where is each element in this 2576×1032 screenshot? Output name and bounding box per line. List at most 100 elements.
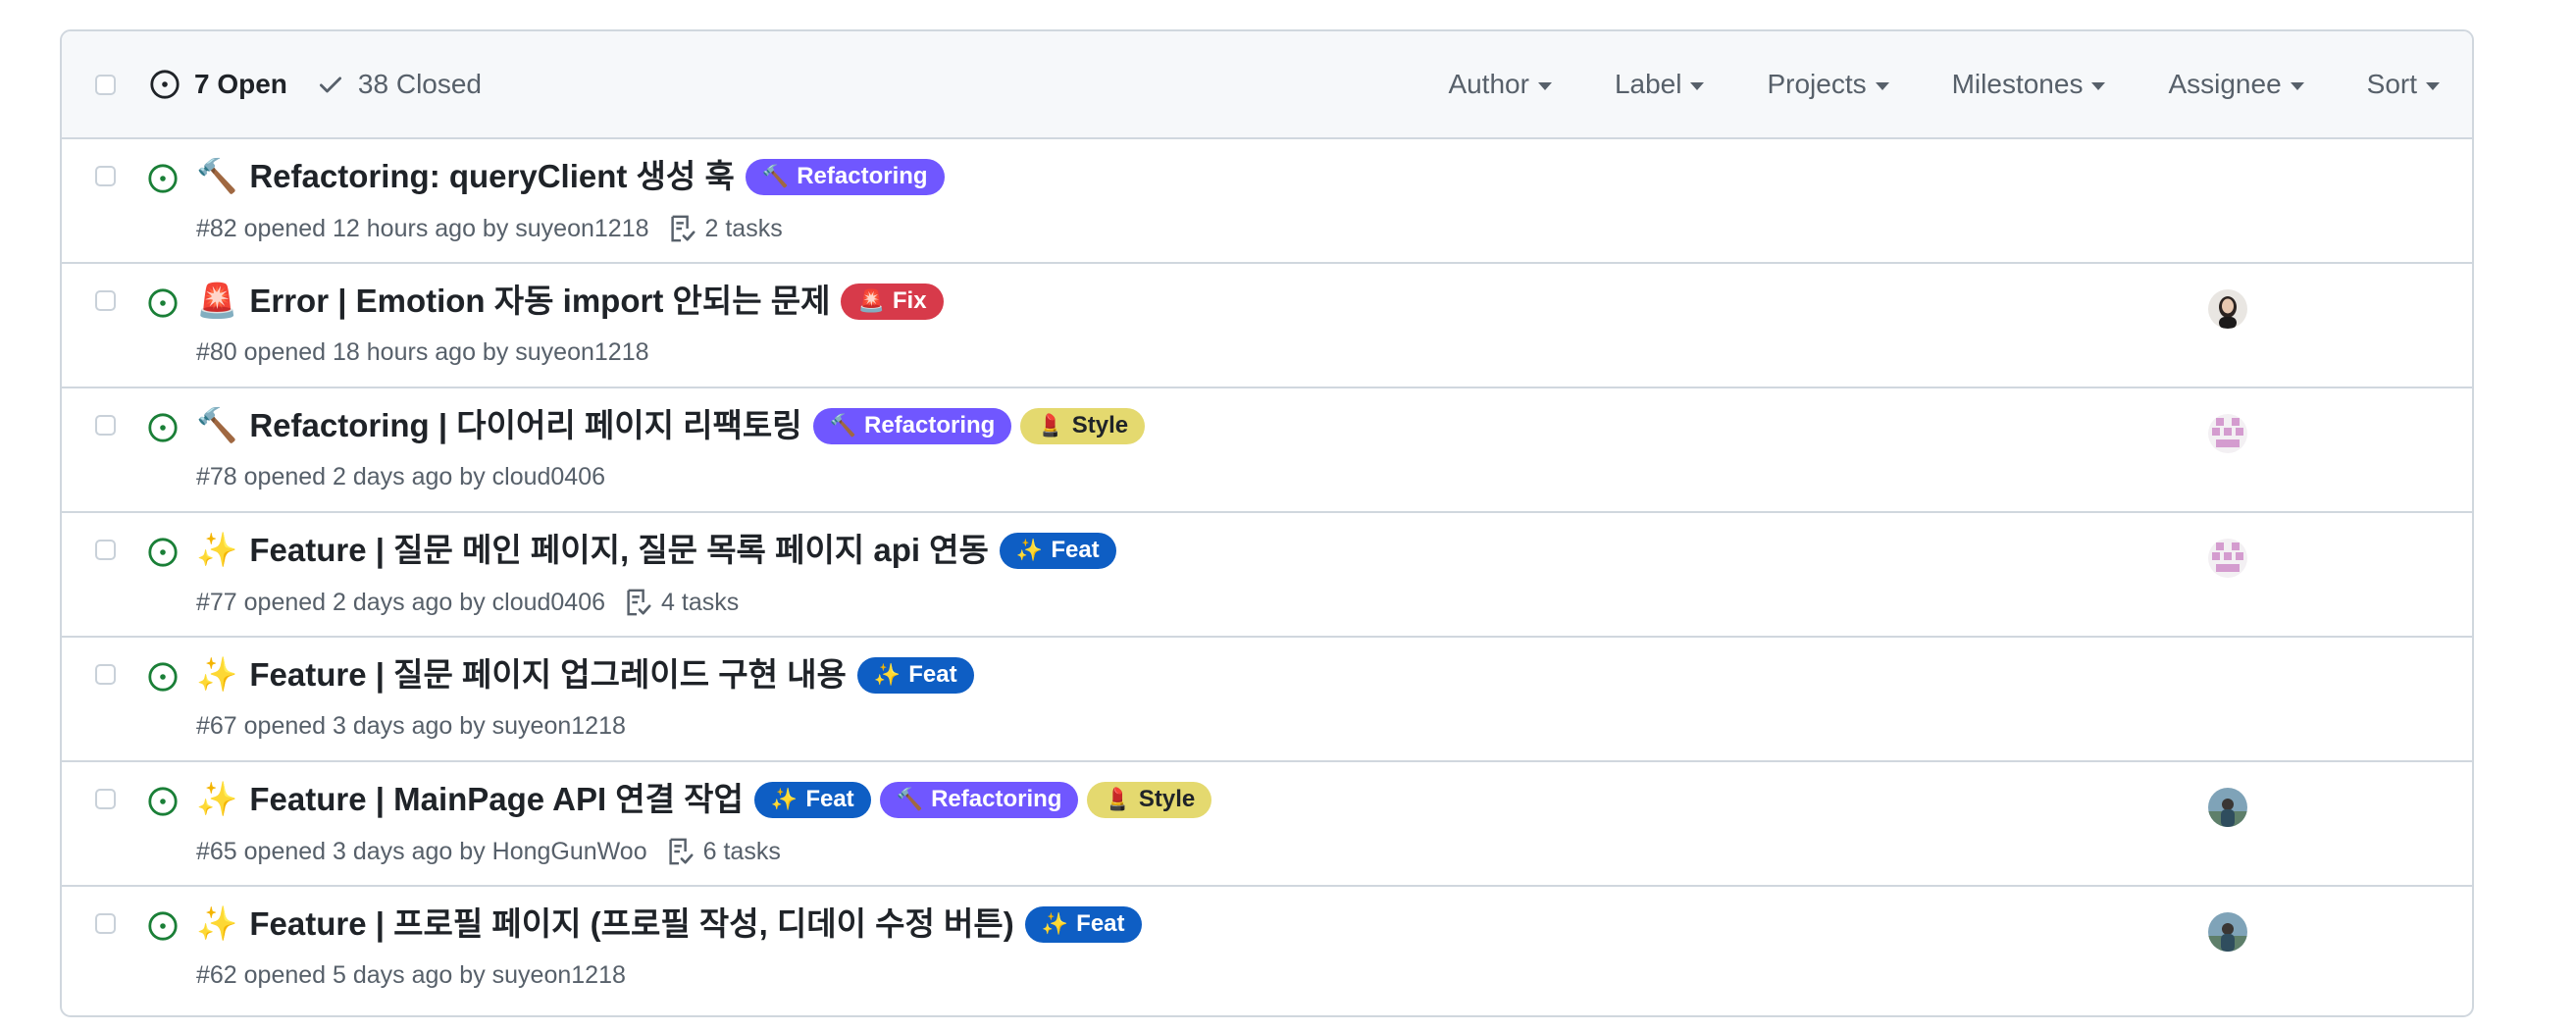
assignee-avatar[interactable] bbox=[2208, 289, 2247, 329]
issue-open-icon bbox=[148, 911, 178, 941]
issue-select-checkbox[interactable] bbox=[95, 540, 116, 560]
issues-list-header: 7 Open 38 Closed Author Label Projects Mile… bbox=[62, 31, 2472, 139]
issue-meta: #82 opened 12 hours ago by suyeon1218 2 t… bbox=[196, 214, 783, 243]
identicon-image bbox=[2208, 539, 2247, 578]
filter-milestones-dropdown[interactable]: Milestones bbox=[1952, 69, 2106, 100]
issue-author-link[interactable]: suyeon1218 bbox=[515, 215, 648, 243]
label-emoji: ✨ bbox=[873, 662, 902, 688]
caret-down-icon bbox=[1875, 81, 1889, 90]
issue-title-link[interactable]: Feature | MainPage API 연결 작업 bbox=[249, 780, 744, 819]
label-text: Feat bbox=[805, 786, 854, 812]
issue-title-link[interactable]: Error | Emotion 자동 import 안되는 문제 bbox=[249, 282, 830, 321]
filter-bar: Author Label Projects Milestones Assignee Sor… bbox=[1448, 31, 2440, 137]
issue-state-toggle: 7 Open 38 Closed bbox=[149, 31, 482, 137]
issue-author-link[interactable]: suyeon1218 bbox=[492, 712, 626, 741]
issue-author-link[interactable]: suyeon1218 bbox=[515, 338, 648, 367]
filter-author-dropdown[interactable]: Author bbox=[1448, 69, 1552, 100]
open-issues-tab[interactable]: 7 Open bbox=[149, 69, 287, 100]
issue-title-line: ✨ Feature | 질문 페이지 업그레이드 구현 내용 ✨ Feat bbox=[196, 655, 974, 695]
caret-down-icon bbox=[2290, 81, 2304, 90]
filter-milestones-label: Milestones bbox=[1951, 69, 2084, 99]
checklist-icon bbox=[670, 215, 696, 242]
issue-type-emoji: ✨ bbox=[196, 655, 238, 695]
issue-author-link[interactable]: suyeon1218 bbox=[492, 961, 626, 990]
label-emoji: 💄 bbox=[1104, 787, 1131, 812]
select-all-checkbox[interactable] bbox=[95, 75, 116, 95]
task-progress[interactable]: 2 tasks bbox=[667, 214, 783, 243]
label-feat[interactable]: ✨ Feat bbox=[856, 656, 974, 694]
issue-select-checkbox[interactable] bbox=[95, 415, 116, 436]
issue-meta: #65 opened 3 days ago by HongGunWoo 6 tas… bbox=[196, 837, 781, 866]
issue-row: ✨ Feature | 프로필 페이지 (프로필 작성, 디데이 수정 버튼) ✨ F… bbox=[62, 887, 2472, 1009]
label-feat[interactable]: ✨ Feat bbox=[1024, 905, 1142, 943]
label-feat[interactable]: ✨ Feat bbox=[753, 781, 871, 818]
issue-author-link[interactable]: HongGunWoo bbox=[492, 838, 647, 866]
label-text: Style bbox=[1071, 412, 1129, 439]
issue-open-icon bbox=[148, 413, 178, 442]
assignee-avatar[interactable] bbox=[2208, 539, 2247, 578]
issue-opened-text: #78 opened 2 days ago by bbox=[196, 463, 492, 490]
checklist-icon bbox=[627, 589, 651, 616]
issue-open-icon bbox=[148, 662, 178, 692]
label-text: Style bbox=[1138, 786, 1196, 812]
label-emoji: ✨ bbox=[1041, 911, 1069, 937]
filter-projects-dropdown[interactable]: Projects bbox=[1767, 69, 1889, 100]
issue-open-icon bbox=[148, 164, 178, 193]
label-feat[interactable]: ✨ Feat bbox=[999, 532, 1116, 569]
issue-row: 🔨 Refactoring | 다이어리 페이지 리팩토링 🔨 Refactoring… bbox=[62, 388, 2472, 513]
issue-select-checkbox[interactable] bbox=[95, 789, 116, 809]
assignee-avatar[interactable] bbox=[2208, 788, 2247, 827]
avatar-photo-image bbox=[2208, 289, 2247, 329]
issue-title-link[interactable]: Feature | 질문 메인 페이지, 질문 목록 페이지 api 연동 bbox=[249, 531, 989, 570]
issue-row: 🔨 Refactoring: queryClient 생성 훅 🔨 Refactori… bbox=[62, 139, 2472, 264]
task-progress[interactable]: 4 tasks bbox=[623, 588, 739, 617]
filter-assignee-label: Assignee bbox=[2168, 69, 2282, 99]
label-refactoring[interactable]: 🔨 Refactoring bbox=[745, 158, 945, 195]
issue-meta: #80 opened 18 hours ago by suyeon1218 bbox=[196, 338, 649, 367]
avatar-photo-image bbox=[2208, 788, 2247, 827]
task-progress[interactable]: 6 tasks bbox=[665, 837, 781, 866]
assignee-avatar[interactable] bbox=[2208, 414, 2247, 453]
issue-opened-text: #82 opened 12 hours ago by bbox=[196, 214, 516, 242]
avatar-photo-image bbox=[2208, 912, 2247, 952]
issue-select-checkbox[interactable] bbox=[95, 166, 116, 186]
issue-type-emoji: 🔨 bbox=[196, 406, 238, 445]
issue-opened-text: #67 opened 3 days ago by bbox=[196, 712, 492, 740]
filter-sort-label: Sort bbox=[2366, 69, 2417, 99]
issues-list: 7 Open 38 Closed Author Label Projects Mile… bbox=[60, 29, 2474, 1017]
label-text: Feat bbox=[1076, 910, 1125, 937]
issue-title-link[interactable]: Feature | 프로필 페이지 (프로필 작성, 디데이 수정 버튼) bbox=[249, 904, 1013, 944]
check-icon bbox=[319, 77, 341, 93]
issue-title-link[interactable]: Refactoring | 다이어리 페이지 리팩토링 bbox=[249, 406, 801, 445]
assignee-avatar[interactable] bbox=[2208, 912, 2247, 952]
label-refactoring[interactable]: 🔨 Refactoring bbox=[812, 407, 1012, 444]
issue-meta: #67 opened 3 days ago by suyeon1218 bbox=[196, 712, 626, 741]
issue-opened-text: #80 opened 18 hours ago by bbox=[196, 338, 516, 366]
label-emoji: 🔨 bbox=[761, 164, 790, 189]
task-count: 4 tasks bbox=[661, 588, 740, 616]
issue-select-checkbox[interactable] bbox=[95, 913, 116, 934]
issue-title-link[interactable]: Feature | 질문 페이지 업그레이드 구현 내용 bbox=[249, 655, 847, 695]
issue-select-checkbox[interactable] bbox=[95, 664, 116, 685]
issue-title-line: ✨ Feature | 질문 메인 페이지, 질문 목록 페이지 api 연동 ✨ F… bbox=[196, 531, 1116, 570]
issue-opened-text: #65 opened 3 days ago by bbox=[196, 837, 492, 865]
closed-issues-tab[interactable]: 38 Closed bbox=[317, 69, 482, 100]
label-text: Feat bbox=[908, 661, 957, 688]
label-text: Refactoring bbox=[797, 163, 928, 189]
label-fix[interactable]: 🚨 Fix bbox=[841, 283, 944, 320]
issue-open-icon bbox=[148, 787, 178, 816]
label-style[interactable]: 💄 Style bbox=[1087, 781, 1212, 818]
filter-label-dropdown[interactable]: Label bbox=[1615, 69, 1705, 100]
label-refactoring[interactable]: 🔨 Refactoring bbox=[879, 781, 1079, 818]
issue-type-emoji: ✨ bbox=[196, 904, 238, 944]
issue-title-line: ✨ Feature | 프로필 페이지 (프로필 작성, 디데이 수정 버튼) ✨ F… bbox=[196, 904, 1142, 944]
filter-author-label: Author bbox=[1448, 69, 1529, 99]
filter-assignee-dropdown[interactable]: Assignee bbox=[2168, 69, 2304, 100]
label-style[interactable]: 💄 Style bbox=[1020, 407, 1146, 444]
issue-title-link[interactable]: Refactoring: queryClient 생성 훅 bbox=[249, 157, 734, 196]
filter-sort-dropdown[interactable]: Sort bbox=[2367, 69, 2440, 100]
issue-select-checkbox[interactable] bbox=[95, 290, 116, 311]
issue-author-link[interactable]: cloud0406 bbox=[492, 589, 605, 617]
caret-down-icon bbox=[1690, 81, 1705, 90]
issue-author-link[interactable]: cloud0406 bbox=[492, 463, 605, 491]
